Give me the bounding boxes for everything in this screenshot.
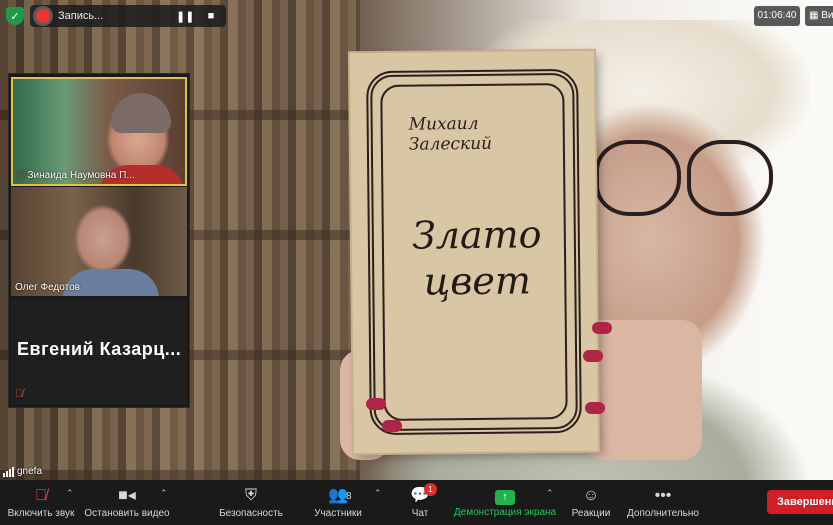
view-button[interactable]: ▦ Ви	[805, 6, 833, 26]
participant-name-large: Евгений Казарц...	[17, 339, 182, 359]
shield-icon: ⛨	[244, 487, 257, 504]
unmute-label: Включить звук	[7, 508, 75, 519]
book-title-line2: цвет	[423, 258, 532, 304]
more-button[interactable]: ••• Дополнительно	[624, 480, 702, 525]
stop-recording-icon[interactable]: ■	[202, 10, 220, 22]
meeting-toolbar: 🎙̸ Включить звук ⌃ ■◂ Остановить видео ⌃…	[0, 480, 833, 525]
stop-video-label: Остановить видео	[84, 508, 170, 519]
book-cover: Михаил Залеский Злато цвет	[349, 50, 599, 454]
chat-icon: 💬 1	[410, 483, 437, 506]
fingernail	[592, 322, 612, 334]
share-screen-icon: ↑	[495, 490, 515, 505]
more-icon: •••	[654, 487, 672, 504]
participant-thumbnails-panel: 🎙̸ Зинаида Наумовна П... Олег Федотов Ев…	[8, 73, 190, 408]
self-view-label: gnefa	[3, 466, 42, 477]
reactions-button[interactable]: ☺ Реакции	[568, 480, 614, 525]
participant-tile-no-video[interactable]: Евгений Казарц... 🎙̸	[11, 299, 187, 404]
video-camera-icon: ■◂	[118, 487, 136, 504]
share-screen-label: Демонстрация экрана	[453, 507, 557, 518]
participants-button[interactable]: 👥 8 Участники	[308, 480, 368, 525]
end-meeting-button[interactable]: Завершение	[767, 490, 833, 514]
top-left-indicators: ✓ Запись... ❚❚ ■	[6, 5, 226, 27]
participants-icon: 👥 8	[328, 486, 352, 506]
participants-label: Участники	[314, 508, 362, 519]
video-options-chevron-icon[interactable]: ⌃	[160, 488, 168, 499]
fingernail	[382, 420, 402, 432]
meeting-window: Михаил Залеский Злато цвет ✓ Запись... ❚…	[0, 0, 833, 525]
book-author: Михаил Залеский	[408, 113, 493, 155]
self-name: gnefa	[17, 466, 43, 477]
participant-name-label: Олег Федотов	[15, 282, 80, 293]
participant-name-label: 🎙̸ Зинаида Наумовна П...	[17, 170, 135, 181]
view-label: Ви	[821, 10, 833, 21]
stop-video-button[interactable]: ■◂ Остановить видео	[84, 480, 170, 525]
participants-options-chevron-icon[interactable]: ⌃	[374, 488, 382, 499]
security-label: Безопасность	[219, 508, 283, 519]
reactions-label: Реакции	[571, 508, 611, 519]
glasses-shape	[595, 140, 773, 220]
right-hand	[582, 320, 702, 460]
chat-label: Чат	[411, 508, 429, 519]
meeting-timer: 01:06:40	[754, 6, 800, 26]
share-screen-button[interactable]: ↑ Демонстрация экрана	[452, 480, 558, 525]
grid-icon: ▦	[809, 10, 822, 21]
book-title: Злато цвет	[392, 211, 563, 305]
more-label: Дополнительно	[627, 508, 699, 519]
chat-unread-badge: 1	[423, 483, 437, 496]
share-options-chevron-icon[interactable]: ⌃	[546, 488, 554, 499]
chat-button[interactable]: 💬 1 Чат	[400, 480, 440, 525]
participants-count: 8	[346, 491, 352, 502]
unmute-button[interactable]: 🎙̸ Включить звук	[4, 480, 78, 525]
participant-tile[interactable]: Олег Федотов	[11, 187, 187, 296]
book-title-line1: Злато	[411, 212, 542, 258]
fingernail	[585, 402, 605, 414]
recording-label: Запись...	[58, 10, 104, 22]
signal-strength-icon	[3, 466, 14, 477]
participant-name: Зинаида Наумовна П...	[27, 170, 135, 181]
audio-options-chevron-icon[interactable]: ⌃	[66, 488, 74, 499]
pause-recording-icon[interactable]: ❚❚	[176, 10, 194, 23]
fingernail	[366, 398, 386, 410]
mic-muted-icon: 🎙̸	[15, 388, 24, 400]
encryption-shield-icon[interactable]: ✓	[6, 7, 24, 25]
participant-hair-shape	[111, 93, 171, 133]
fingernail	[583, 350, 603, 362]
participant-tile-active[interactable]: 🎙̸ Зинаида Наумовна П...	[11, 77, 187, 186]
mic-muted-icon: 🎙̸	[35, 487, 47, 504]
recording-indicator: Запись... ❚❚ ■	[30, 5, 226, 27]
recording-dot-icon	[36, 9, 50, 23]
mic-muted-icon: 🎙̸	[17, 170, 25, 181]
participant-name: Олег Федотов	[15, 282, 80, 293]
security-button[interactable]: ⛨ Безопасность	[214, 480, 288, 525]
reactions-icon: ☺	[582, 487, 600, 504]
